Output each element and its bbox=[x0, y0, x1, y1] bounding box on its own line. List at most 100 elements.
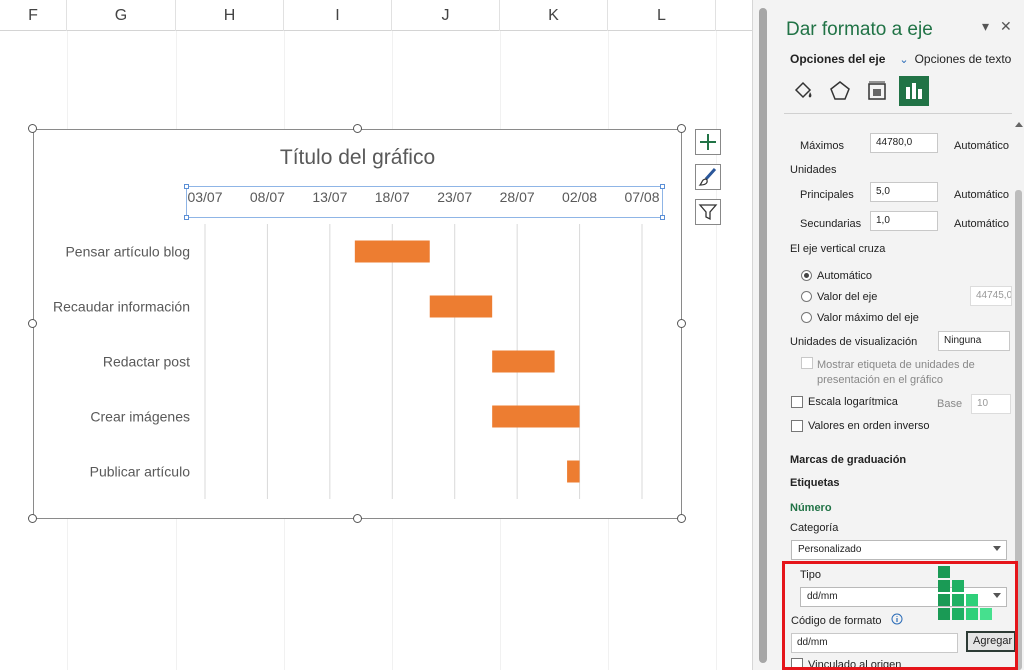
fill-line-button[interactable] bbox=[788, 76, 818, 106]
axis-selection-handle[interactable] bbox=[660, 215, 665, 220]
log-base-input[interactable]: 10 bbox=[971, 394, 1011, 414]
bar-chart-icon bbox=[906, 83, 922, 99]
chart-resize-handle[interactable] bbox=[677, 514, 686, 523]
size-properties-icon bbox=[868, 81, 886, 100]
column-header-g[interactable]: G bbox=[67, 0, 176, 31]
pane-tabs: Opciones del eje ⌄ Opciones de texto bbox=[790, 52, 1021, 66]
close-icon[interactable]: ✕ bbox=[1000, 18, 1012, 35]
category-select-value: Personalizado bbox=[798, 544, 862, 555]
principal-label: Principales bbox=[800, 189, 854, 201]
chart-elements-button[interactable] bbox=[695, 129, 721, 155]
chart-styles-button[interactable] bbox=[695, 164, 721, 190]
max-input[interactable]: 44780,0 bbox=[870, 133, 938, 153]
pane-icon-row bbox=[788, 76, 936, 106]
category-label[interactable]: Crear imágenes bbox=[90, 409, 190, 425]
column-header-label: L bbox=[657, 6, 666, 24]
cross-max-value-radio[interactable] bbox=[801, 312, 812, 323]
secundaria-auto-button[interactable]: Automático bbox=[954, 218, 1009, 230]
chart-resize-handle[interactable] bbox=[28, 514, 37, 523]
category-label[interactable]: Pensar artículo blog bbox=[65, 244, 190, 260]
chart-tools bbox=[695, 129, 721, 234]
chart-resize-handle[interactable] bbox=[28, 319, 37, 328]
reverse-order-label[interactable]: Valores en orden inverso bbox=[808, 420, 929, 432]
display-units-select[interactable]: Ninguna bbox=[938, 331, 1010, 351]
axis-selection-handle[interactable] bbox=[660, 184, 665, 189]
log-scale-checkbox[interactable] bbox=[791, 396, 803, 408]
max-label: Máximos bbox=[800, 140, 845, 152]
tab-axis-options[interactable]: Opciones del eje bbox=[790, 52, 885, 66]
axis-selection-handle[interactable] bbox=[184, 184, 189, 189]
column-header-i[interactable]: I bbox=[284, 0, 392, 31]
tick-marks-section[interactable]: Marcas de graduación bbox=[790, 454, 906, 466]
secundaria-input[interactable]: 1,0 bbox=[870, 211, 938, 231]
cross-automatic-radio[interactable] bbox=[801, 270, 812, 281]
column-header-label: J bbox=[441, 6, 450, 24]
gantt-bar[interactable] bbox=[429, 295, 493, 318]
vertical-axis-crosses-heading: El eje vertical cruza bbox=[790, 243, 886, 255]
cross-axis-value-input[interactable]: 44745,0 bbox=[970, 286, 1012, 306]
grid-line bbox=[716, 31, 717, 670]
pentagon-icon bbox=[830, 81, 850, 100]
column-header-label: H bbox=[223, 6, 236, 24]
category-label: Categoría bbox=[790, 522, 839, 534]
chart-resize-handle[interactable] bbox=[353, 514, 362, 523]
column-header-h[interactable]: H bbox=[176, 0, 284, 31]
category-label[interactable]: Recaudar información bbox=[53, 299, 190, 315]
chart-resize-handle[interactable] bbox=[677, 319, 686, 328]
chevron-down-icon bbox=[993, 546, 1001, 551]
filter-icon bbox=[698, 204, 718, 221]
max-auto-button[interactable]: Automático bbox=[954, 140, 1009, 152]
chart-resize-handle[interactable] bbox=[353, 124, 362, 133]
sheet-vertical-scrollbar[interactable] bbox=[752, 0, 774, 670]
reverse-order-checkbox[interactable] bbox=[791, 420, 803, 432]
labels-section[interactable]: Etiquetas bbox=[790, 477, 840, 489]
scroll-up-icon[interactable] bbox=[1015, 122, 1023, 127]
horizontal-axis-selection[interactable] bbox=[184, 184, 665, 220]
cross-axis-value-label[interactable]: Valor del eje bbox=[817, 291, 877, 303]
category-select[interactable]: Personalizado bbox=[791, 540, 1007, 560]
chart-resize-handle[interactable] bbox=[28, 124, 37, 133]
gantt-bar[interactable] bbox=[354, 240, 430, 263]
gantt-bar[interactable] bbox=[567, 460, 580, 483]
fill-bucket-icon bbox=[794, 81, 812, 99]
pane-options-chevron-icon[interactable]: ▾ bbox=[982, 18, 989, 35]
cross-automatic-label[interactable]: Automático bbox=[817, 270, 872, 282]
category-label[interactable]: Redactar post bbox=[103, 354, 190, 370]
chart-filters-button[interactable] bbox=[695, 199, 721, 225]
show-units-label-text: Mostrar etiqueta de unidades de presenta… bbox=[817, 359, 975, 386]
column-header-label: G bbox=[114, 6, 128, 24]
axis-options-button[interactable] bbox=[899, 76, 929, 106]
principal-input[interactable]: 5,0 bbox=[870, 182, 938, 202]
gantt-bar[interactable] bbox=[492, 405, 580, 428]
column-header-l[interactable]: L bbox=[608, 0, 716, 31]
pane-title: Dar formato a eje bbox=[786, 19, 933, 40]
column-header-m[interactable] bbox=[716, 0, 752, 31]
principal-auto-button[interactable]: Automático bbox=[954, 189, 1009, 201]
tab-text-options[interactable]: Opciones de texto bbox=[915, 52, 1012, 66]
show-units-label-checkbox[interactable] bbox=[801, 357, 813, 369]
plus-icon bbox=[700, 134, 716, 150]
column-header-j[interactable]: J bbox=[392, 0, 500, 31]
axis-selection-handle[interactable] bbox=[184, 215, 189, 220]
column-header-label: K bbox=[548, 6, 559, 24]
chevron-down-icon[interactable]: ⌄ bbox=[899, 53, 908, 66]
column-header-k[interactable]: K bbox=[500, 0, 608, 31]
gantt-chart[interactable]: Título del gráfico 03/07 08/07 13/07 18/07 2… bbox=[33, 129, 682, 519]
units-heading: Unidades bbox=[790, 164, 837, 176]
effects-button[interactable] bbox=[825, 76, 855, 106]
number-section[interactable]: Número bbox=[790, 502, 832, 514]
cross-axis-value-radio[interactable] bbox=[801, 291, 812, 302]
log-scale-label[interactable]: Escala logarítmica bbox=[808, 396, 898, 408]
brush-icon bbox=[698, 167, 717, 186]
excel-window: F G H I J K L Título del gráfico 03/07 08… bbox=[0, 0, 1024, 670]
column-headers: F G H I J K L bbox=[0, 0, 752, 31]
scrollbar-thumb[interactable] bbox=[759, 8, 767, 663]
gantt-bar[interactable] bbox=[492, 350, 555, 373]
size-properties-button[interactable] bbox=[862, 76, 892, 106]
column-header-f[interactable]: F bbox=[0, 0, 67, 31]
cross-max-value-label[interactable]: Valor máximo del eje bbox=[817, 312, 919, 324]
chart-resize-handle[interactable] bbox=[677, 124, 686, 133]
column-header-label: F bbox=[28, 6, 38, 24]
category-label[interactable]: Publicar artículo bbox=[90, 464, 191, 480]
brand-logo-icon bbox=[938, 566, 992, 620]
